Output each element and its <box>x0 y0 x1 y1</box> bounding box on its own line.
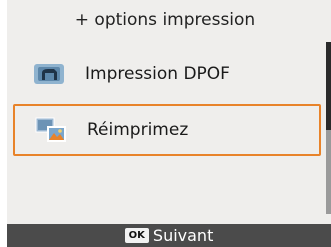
menu-item-dpof-print[interactable]: Impression DPOF <box>13 48 321 100</box>
scrollbar[interactable] <box>326 42 331 214</box>
menu-item-reprint[interactable]: Réimprimez <box>13 104 321 156</box>
ok-button-badge[interactable]: OK <box>124 228 149 243</box>
camera-print-screen: + options impression Impression DPOF Réi… <box>7 0 331 247</box>
dpof-print-icon <box>33 61 65 87</box>
bottom-action-bar: OK Suivant <box>7 224 331 247</box>
next-button-label[interactable]: Suivant <box>153 226 213 245</box>
menu-item-label: Impression DPOF <box>85 64 230 84</box>
menu-item-label: Réimprimez <box>87 120 189 140</box>
page-title: + options impression <box>74 10 256 30</box>
scroll-thumb[interactable] <box>326 42 331 130</box>
reprint-photos-icon <box>35 117 67 143</box>
